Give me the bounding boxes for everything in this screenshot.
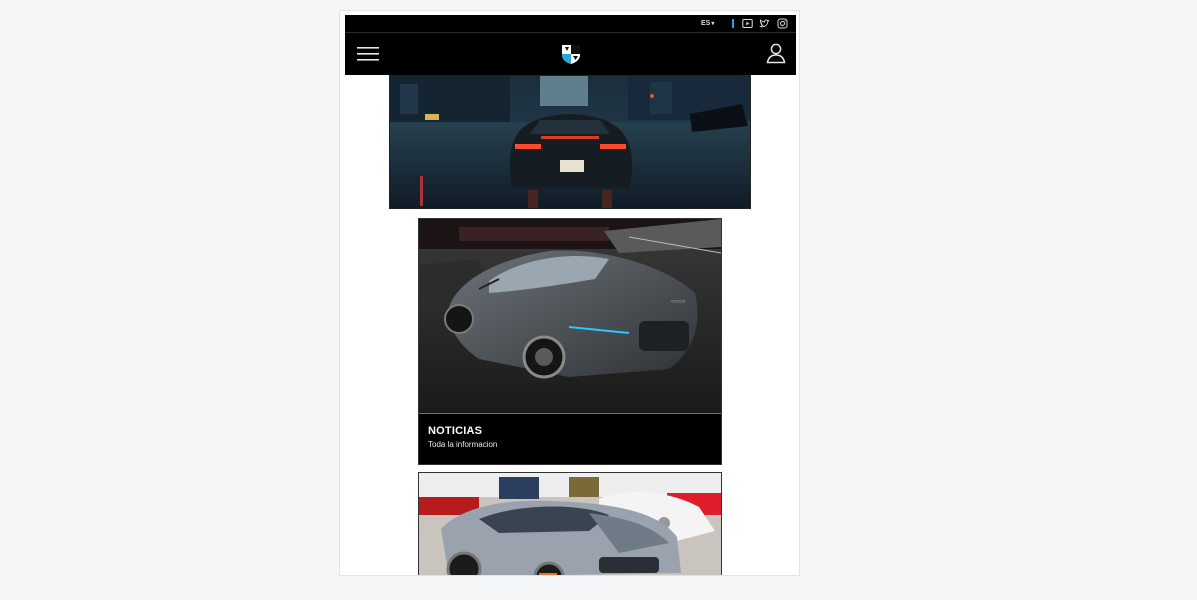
user-icon[interactable] [765,42,787,64]
twitter-icon[interactable] [759,18,770,29]
news-card-title: NOTICIAS [428,425,483,437]
supercar-showroom-image [419,473,721,575]
hero-banner-image[interactable] [389,75,751,209]
chevron-down-icon: ▾ [711,21,715,27]
mobile-viewport: ES▾ ○○○○ NOTICIAS Toda la informacion [339,10,800,576]
brand-logo-icon[interactable] [560,43,582,65]
news-card-caption: NOTICIAS Toda la informacion [419,413,721,464]
svg-text:○○○○: ○○○○ [671,299,686,305]
topbar-divider [732,19,734,28]
menu-icon[interactable] [357,46,379,62]
language-label: ES [701,20,711,27]
sports-car-night-street-image [390,76,750,208]
instagram-icon[interactable] [777,18,788,29]
top-utility-bar: ES▾ [345,15,796,33]
youtube-icon[interactable] [742,18,753,29]
showroom-card[interactable] [418,472,722,575]
main-navbar [345,33,796,75]
language-selector[interactable]: ES▾ [701,18,714,30]
news-card[interactable]: ○○○○ NOTICIAS Toda la informacion [418,218,722,465]
news-card-subtitle: Toda la informacion [428,440,498,449]
coupe-parking-lot-image: ○○○○ [419,219,721,413]
